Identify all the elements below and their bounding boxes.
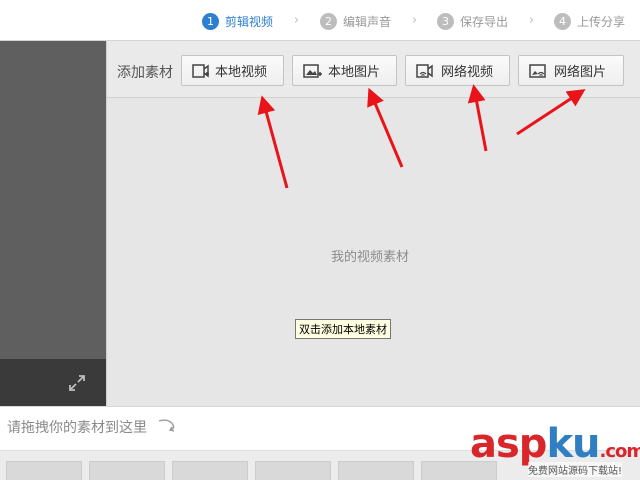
material-toolbar: 添加素材 本地视频 本地图片 网络视频 网络图片 (107, 41, 640, 98)
step-edit-audio[interactable]: 2 编辑声音 › (320, 12, 417, 30)
timeline-slot[interactable] (338, 461, 414, 480)
empty-materials-text: 我的视频素材 (331, 250, 410, 265)
step-edit-video[interactable]: 1 剪辑视频 › (202, 12, 299, 30)
local-image-button[interactable]: 本地图片 (292, 55, 397, 86)
chevron-right-icon: › (293, 13, 300, 28)
network-image-icon (529, 63, 546, 78)
timeline-slot[interactable] (89, 461, 165, 480)
step-navigation: 1 剪辑视频 › 2 编辑声音 › 3 保存导出 › 4 上传分享 (0, 0, 640, 41)
step-number: 2 (320, 12, 337, 30)
step-number: 4 (554, 12, 571, 30)
step-upload-share[interactable]: 4 上传分享 (554, 12, 625, 30)
timeline-slot[interactable] (255, 461, 331, 480)
add-material-label: 添加素材 (117, 65, 173, 81)
local-video-button[interactable]: 本地视频 (181, 55, 284, 86)
button-label: 本地图片 (328, 65, 381, 80)
step-save-export[interactable]: 3 保存导出 › (437, 12, 534, 30)
step-label: 保存导出 (460, 14, 509, 29)
watermark-subtitle: 免费网站源码下载站! (528, 462, 623, 477)
drop-hint-text: 请拖拽你的素材到这里 (7, 420, 147, 436)
step-label: 编辑声音 (343, 14, 392, 29)
video-preview-panel (0, 41, 106, 406)
step-label: 上传分享 (577, 14, 626, 29)
expand-icon[interactable] (68, 374, 86, 392)
preview-control-bar (0, 359, 106, 406)
network-image-button[interactable]: 网络图片 (518, 55, 624, 86)
material-panel[interactable]: 添加素材 本地视频 本地图片 网络视频 网络图片 我的视频素材 双击添加本地素材 (106, 41, 640, 406)
network-video-icon (416, 63, 433, 78)
button-label: 网络图片 (554, 65, 607, 80)
chevron-right-icon: › (411, 13, 418, 28)
timeline-slot[interactable] (172, 461, 248, 480)
local-image-icon (303, 63, 322, 78)
tooltip: 双击添加本地素材 (295, 319, 391, 339)
chevron-right-icon: › (528, 13, 535, 28)
curved-arrow-icon (158, 419, 175, 432)
network-video-button[interactable]: 网络视频 (405, 55, 510, 86)
step-label: 剪辑视频 (225, 14, 274, 29)
timeline-slot[interactable] (6, 461, 82, 480)
watermark-logo: aspku.com 免费网站源码下载站! (470, 422, 640, 480)
step-number: 1 (202, 12, 219, 30)
local-video-icon (192, 63, 209, 78)
preview-screen (0, 41, 106, 359)
button-label: 本地视频 (215, 65, 268, 80)
step-number: 3 (437, 12, 454, 30)
button-label: 网络视频 (441, 65, 494, 80)
